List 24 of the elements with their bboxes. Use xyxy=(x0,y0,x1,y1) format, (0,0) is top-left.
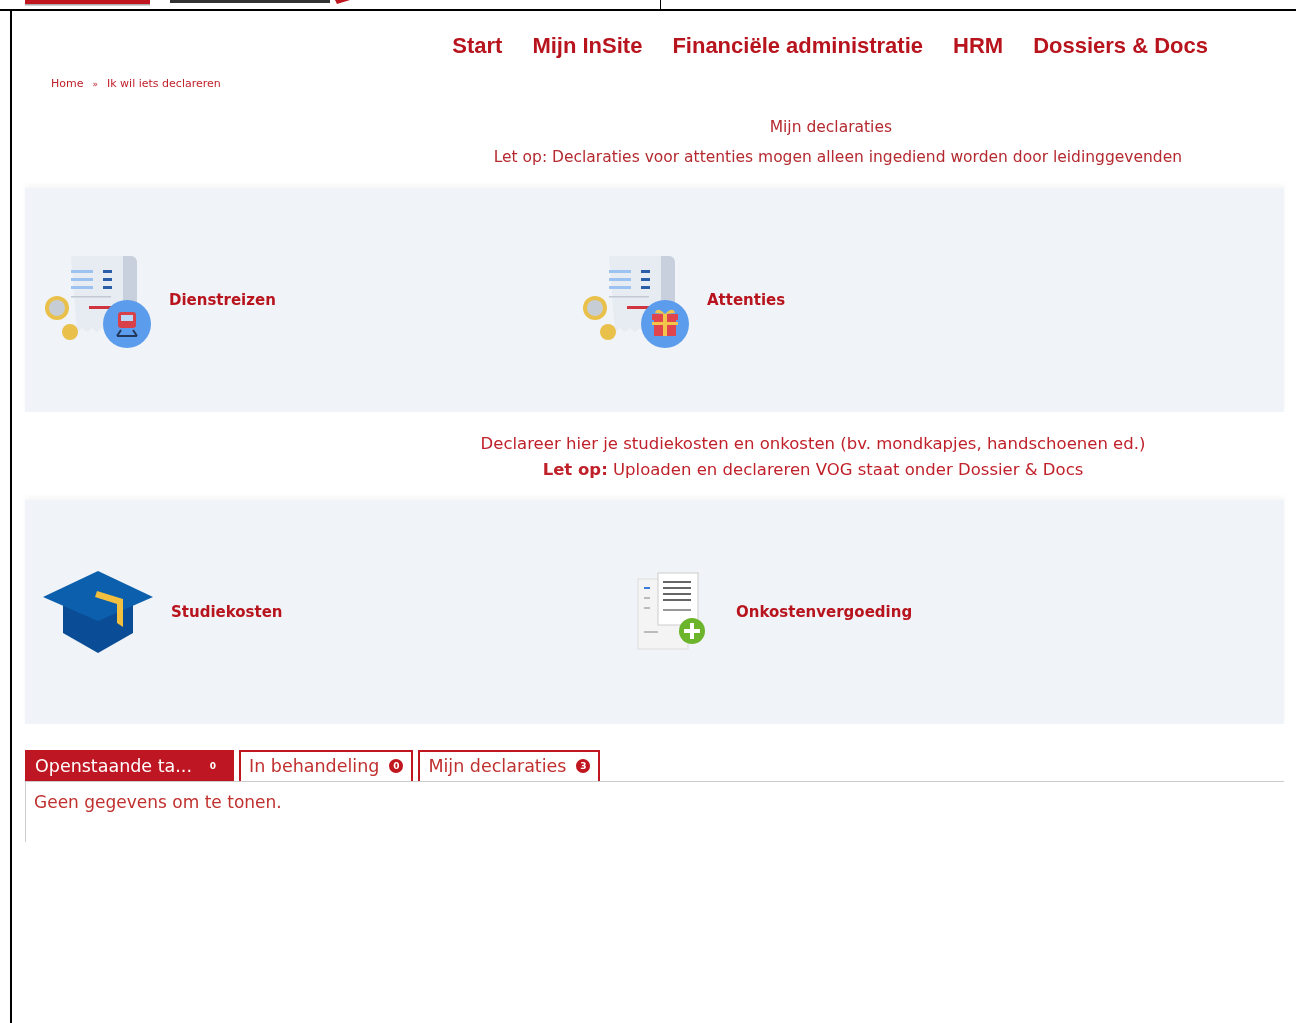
tab[interactable]: Openstaande ta... 0 xyxy=(25,750,234,781)
count-badge: 0 xyxy=(389,759,404,773)
breadcrumb-link[interactable]: Home xyxy=(51,77,84,90)
count-label: 0 xyxy=(208,760,218,773)
nav-link[interactable]: Dossiers & Docs xyxy=(1033,33,1208,59)
nav-link[interactable]: Start xyxy=(452,33,503,59)
empty-message: Geen gegevens om te tonen. xyxy=(33,791,283,814)
tab[interactable]: Mijn declaraties 3 xyxy=(418,750,601,781)
breadcrumb-separator: » xyxy=(92,78,98,89)
tile-link[interactable]: Attenties xyxy=(707,291,786,309)
nav-link[interactable]: HRM xyxy=(953,33,1004,59)
info-text: Declareer hier je studiekosten en onkosten (bv. mondkapjes, handschoenen ed.) xyxy=(480,433,1146,455)
count-badge: 3 xyxy=(576,759,591,773)
breadcrumb-link[interactable]: Ik wil iets declareren xyxy=(107,77,221,90)
tile-link[interactable]: Dienstreizen xyxy=(169,291,276,309)
info-text: Mijn declaraties xyxy=(769,117,892,138)
tab[interactable]: In behandeling 0 xyxy=(239,750,414,781)
graduation-cap-icon[interactable] xyxy=(43,571,153,653)
info-text: Let op: Uploaden en declareren VOG staat onder Dossier & Docs xyxy=(542,459,1084,481)
nav-link[interactable]: Financiële administratie xyxy=(672,33,924,59)
tile-link[interactable]: Studiekosten xyxy=(171,603,283,621)
info-text: Let op: Declaraties voor attenties mogen alleen ingediend worden door leidinggevenden xyxy=(493,147,1182,168)
nav-link[interactable]: Mijn InSite xyxy=(532,33,643,59)
tile-link[interactable]: Onkostenvergoeding xyxy=(736,603,913,621)
